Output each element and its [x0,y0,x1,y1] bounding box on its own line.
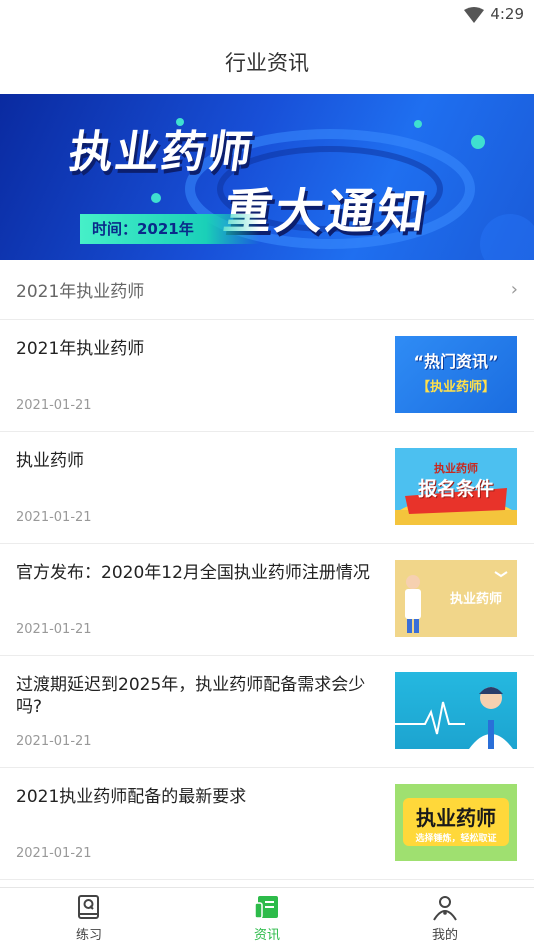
news-item[interactable]: 执业药师 2021-01-21 执业药师 报名条件 [0,432,534,544]
news-title: 执业药师 [16,451,84,471]
banner-title-line1: 执业药师 [65,127,257,178]
thumb-subcaption: 【执业药师】 [416,380,495,395]
banner-time-label: 时间：2021年 [80,214,260,244]
news-thumbnail: 执业药师 选择锤炼，轻松取证 [395,784,517,861]
status-bar: 4:29 [0,0,534,30]
news-thumbnail: 执业药师 报名条件 [395,448,517,525]
tab-label: 资讯 [253,927,280,943]
thumb-subcaption: 报名条件 [417,478,494,500]
heartbeat-doctor-illustration [395,687,513,749]
news-date: 2021-01-21 [16,622,92,637]
news-icon [254,895,278,919]
practice-book-icon [78,894,99,919]
news-item[interactable]: 官方发布：2020年12月全国执业药师注册情况 2021-01-21 执业药师 [0,544,534,656]
section-header[interactable]: 2021年执业药师 › [0,260,534,320]
chevron-right-icon: › [510,279,518,300]
news-thumbnail [395,672,517,749]
news-date: 2021-01-21 [16,510,92,525]
bottom-tab-bar: 练习 资讯 我的 [0,887,534,949]
news-title: 官方发布：2020年12月全国执业药师注册情况 [16,563,370,583]
news-thumbnail: 执业药师 [395,560,517,637]
news-thumbnail: “热门资讯” 【执业药师】 [395,336,517,413]
news-list: 2021年执业药师 2021-01-21 “热门资讯” 【执业药师】 执业药师 … [0,320,534,880]
section-title: 2021年执业药师 [16,282,145,302]
news-item[interactable]: 2021年执业药师 2021-01-21 “热门资讯” 【执业药师】 [0,320,534,432]
thumb-subcaption: 选择锤炼，轻松取证 [415,834,497,844]
news-item[interactable]: 过渡期延迟到2025年，执业药师配备需求会少吗? 2021-01-21 [0,656,534,768]
thumb-caption: 执业药师 [449,592,502,607]
tab-label: 练习 [75,927,102,943]
tab-practice[interactable]: 练习 [0,888,178,949]
news-date: 2021-01-21 [16,398,92,413]
news-item[interactable]: 2021执业药师配备的最新要求 2021-01-21 执业药师 选择锤炼，轻松取… [0,768,534,880]
news-title: 2021执业药师配备的最新要求 [16,787,247,807]
news-date: 2021-01-21 [16,734,92,749]
news-date: 2021-01-21 [16,846,92,861]
tab-label: 我的 [431,927,458,943]
profile-icon [433,895,457,921]
wifi-icon [464,7,484,23]
nav-bar: 行业资讯 [0,30,534,94]
status-time: 4:29 [490,5,524,23]
news-title: 2021年执业药师 [16,339,145,359]
page-title: 行业资讯 [225,51,309,75]
news-title: 过渡期延迟到2025年，执业药师配备需求会少吗? [16,675,366,717]
thumb-caption: “热门资讯” [413,352,499,371]
thumb-caption: 执业药师 [416,806,496,830]
tab-profile[interactable]: 我的 [356,888,534,949]
promo-banner[interactable]: 执业药师 重大通知 时间：2021年 [0,94,534,260]
tab-news[interactable]: 资讯 [178,888,356,949]
